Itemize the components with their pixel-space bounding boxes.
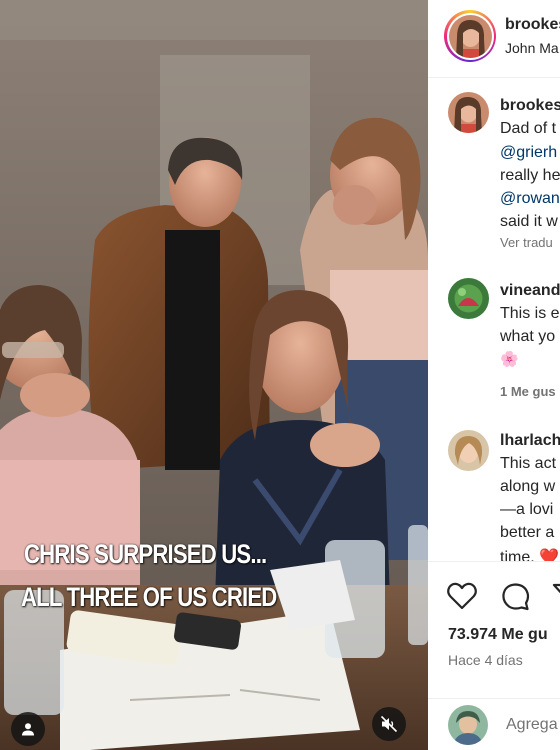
post-date[interactable]: Hace 4 días: [448, 652, 523, 668]
comment-text-line: really he: [500, 167, 560, 184]
comment-text-line: better a: [500, 524, 555, 541]
video-caption-line2: ALL THREE OF US CRIED: [21, 582, 277, 612]
send-icon: [552, 583, 560, 594]
post-header: brookes John Ma: [428, 0, 560, 78]
likes-count[interactable]: 73.974 Me gu: [448, 626, 548, 644]
avatar[interactable]: [448, 430, 489, 471]
comment-text-line: —a lovi: [500, 501, 554, 518]
comment-text-line: This act: [500, 455, 557, 472]
heart-icon: [447, 582, 477, 610]
comment-icon: [501, 582, 529, 610]
author-username[interactable]: brookes: [505, 16, 560, 34]
comment-text-line: Dad of t: [500, 120, 557, 137]
mention-link[interactable]: @rowan: [500, 190, 560, 208]
avatar[interactable]: [448, 92, 489, 133]
comment-text-line: said it w: [500, 213, 558, 230]
post-actions: 73.974 Me gu Hace 4 días: [428, 561, 560, 711]
comment-text-line: what yo: [500, 328, 556, 345]
video-player[interactable]: CHRIS SURPRISED US... ALL THREE OF US CR…: [0, 0, 428, 750]
comment-username[interactable]: lharlach: [500, 432, 560, 450]
post-sidebar: brookes John Ma brookes Dad of t @grierh…: [428, 0, 560, 750]
video-frame: [0, 0, 428, 750]
comment-button[interactable]: [499, 580, 531, 612]
comment-username[interactable]: brookes: [500, 97, 560, 115]
comment-text-line: along w: [500, 478, 556, 495]
comment-username[interactable]: vineand: [500, 282, 560, 300]
mention-link[interactable]: @grierh: [500, 144, 557, 162]
flower-emoji: 🌸: [500, 351, 519, 368]
comment-text-line: This is e: [500, 305, 560, 322]
see-translation-link[interactable]: Ver tradu: [500, 235, 553, 250]
share-button[interactable]: [550, 580, 560, 612]
avatar[interactable]: [448, 278, 489, 319]
mute-button[interactable]: [372, 707, 406, 741]
like-button[interactable]: [446, 580, 478, 612]
comment-text-line: time. ❤️: [500, 549, 560, 561]
speaker-muted-icon: [380, 715, 398, 733]
user-icon: [22, 723, 34, 736]
avatar: [448, 705, 488, 745]
avatar: [448, 14, 492, 58]
comments-list[interactable]: brookes Dad of t @grierh really he @rowa…: [428, 79, 560, 561]
comment-input[interactable]: Agrega: [506, 716, 558, 734]
author-avatar-story[interactable]: [444, 10, 496, 62]
tagged-users-button[interactable]: [11, 712, 45, 746]
comment-likes-count[interactable]: 1 Me gus: [500, 384, 556, 399]
author-audio-subtitle[interactable]: John Ma: [505, 40, 559, 56]
add-comment-bar[interactable]: Agrega: [428, 698, 560, 750]
video-caption-line1: CHRIS SURPRISED US...: [24, 539, 267, 569]
